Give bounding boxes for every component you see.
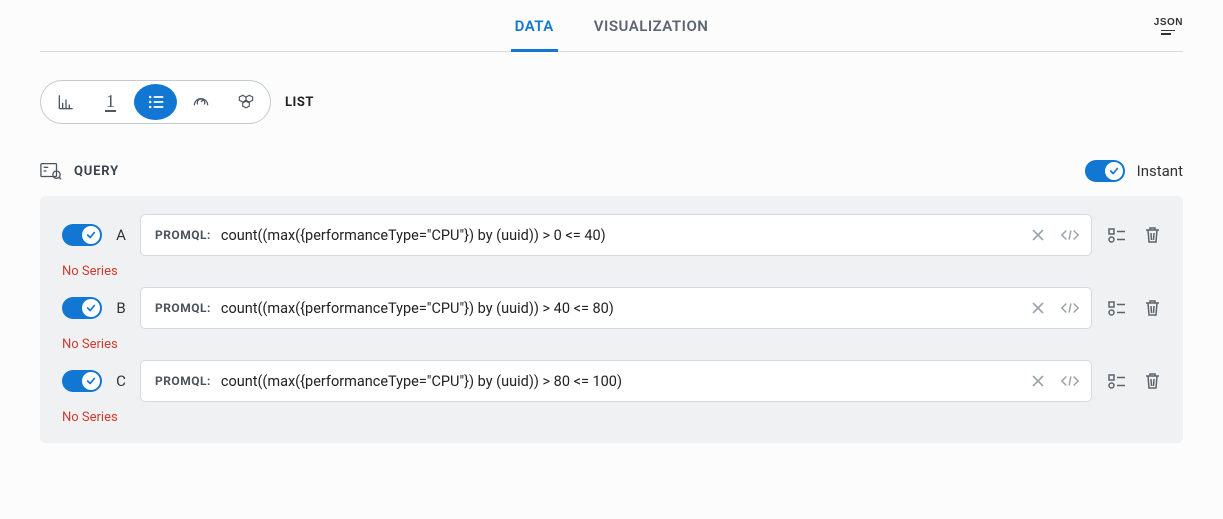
code-icon xyxy=(1060,301,1080,315)
query-block: A PROMQL: count((max({performanceType="C… xyxy=(62,214,1161,287)
promql-tag: PROMQL: xyxy=(155,374,211,388)
query-options-button[interactable] xyxy=(1108,372,1126,390)
query-row: B PROMQL: count((max({performanceType="C… xyxy=(62,287,1161,329)
viewtype-gauge[interactable] xyxy=(179,84,222,120)
delete-query-button[interactable] xyxy=(1144,299,1161,317)
code-view-button[interactable] xyxy=(1059,297,1081,319)
bar-chart-icon xyxy=(56,92,76,112)
check-icon xyxy=(1109,166,1119,176)
close-icon xyxy=(1031,228,1045,242)
instant-label: Instant xyxy=(1137,162,1183,180)
tabs-bar: DATA VISUALIZATION JSON xyxy=(40,0,1183,52)
no-series-message: No Series xyxy=(62,256,1161,287)
query-enable-toggle[interactable] xyxy=(62,370,102,392)
check-icon xyxy=(86,376,96,386)
sliders-icon xyxy=(1108,226,1126,244)
tab-data[interactable]: DATA xyxy=(511,1,558,52)
query-options-button[interactable] xyxy=(1108,226,1126,244)
sliders-icon xyxy=(1108,299,1126,317)
json-button[interactable]: JSON xyxy=(1154,17,1183,35)
viewtype-row: 1 xyxy=(40,52,1183,124)
code-view-button[interactable] xyxy=(1059,224,1081,246)
query-enable-toggle[interactable] xyxy=(62,297,102,319)
check-icon xyxy=(86,303,96,313)
number-one-icon: 1 xyxy=(105,92,116,112)
gauge-icon xyxy=(191,92,211,112)
viewtype-singlevalue[interactable]: 1 xyxy=(89,84,132,120)
instant-toggle[interactable] xyxy=(1085,160,1125,182)
code-view-button[interactable] xyxy=(1059,370,1081,392)
viewtype-timeseries[interactable] xyxy=(44,84,87,120)
close-icon xyxy=(1031,301,1045,315)
query-row: C PROMQL: count((max({performanceType="C… xyxy=(62,360,1161,402)
query-options-button[interactable] xyxy=(1108,299,1126,317)
delete-query-button[interactable] xyxy=(1144,372,1161,390)
honeycomb-icon xyxy=(236,92,256,112)
promql-tag: PROMQL: xyxy=(155,228,211,242)
trash-icon xyxy=(1144,299,1161,317)
query-enable-toggle[interactable] xyxy=(62,224,102,246)
query-text[interactable]: count((max({performanceType="CPU"}) by (… xyxy=(221,227,1017,244)
query-letter: A xyxy=(114,226,128,244)
clear-query-button[interactable] xyxy=(1027,224,1049,246)
list-icon xyxy=(146,92,166,112)
code-icon xyxy=(1060,374,1080,388)
trash-icon xyxy=(1144,372,1161,390)
code-icon xyxy=(1060,228,1080,242)
query-row: A PROMQL: count((max({performanceType="C… xyxy=(62,214,1161,256)
query-section-label: QUERY xyxy=(74,164,119,179)
menu-lines-icon xyxy=(1161,30,1175,35)
sliders-icon xyxy=(1108,372,1126,390)
viewtype-list[interactable] xyxy=(134,84,177,120)
json-button-label: JSON xyxy=(1154,17,1183,28)
query-letter: B xyxy=(114,299,128,317)
no-series-message: No Series xyxy=(62,402,1161,425)
query-block: B PROMQL: count((max({performanceType="C… xyxy=(62,287,1161,360)
viewtype-group: 1 xyxy=(40,80,271,124)
check-icon xyxy=(86,230,96,240)
tab-visualization[interactable]: VISUALIZATION xyxy=(590,1,713,52)
query-panel: A PROMQL: count((max({performanceType="C… xyxy=(40,196,1183,443)
clear-query-button[interactable] xyxy=(1027,370,1049,392)
query-header: QUERY Instant xyxy=(40,124,1183,196)
viewtype-label: LIST xyxy=(285,95,314,110)
query-block: C PROMQL: count((max({performanceType="C… xyxy=(62,360,1161,425)
query-text[interactable]: count((max({performanceType="CPU"}) by (… xyxy=(221,373,1017,390)
close-icon xyxy=(1031,374,1045,388)
query-input-box[interactable]: PROMQL: count((max({performanceType="CPU… xyxy=(140,287,1092,329)
trash-icon xyxy=(1144,226,1161,244)
query-text[interactable]: count((max({performanceType="CPU"}) by (… xyxy=(221,300,1017,317)
query-input-box[interactable]: PROMQL: count((max({performanceType="CPU… xyxy=(140,214,1092,256)
delete-query-button[interactable] xyxy=(1144,226,1161,244)
query-input-box[interactable]: PROMQL: count((max({performanceType="CPU… xyxy=(140,360,1092,402)
promql-tag: PROMQL: xyxy=(155,301,211,315)
no-series-message: No Series xyxy=(62,329,1161,360)
query-letter: C xyxy=(114,372,128,390)
query-icon xyxy=(40,161,62,181)
clear-query-button[interactable] xyxy=(1027,297,1049,319)
viewtype-honeycomb[interactable] xyxy=(224,84,267,120)
